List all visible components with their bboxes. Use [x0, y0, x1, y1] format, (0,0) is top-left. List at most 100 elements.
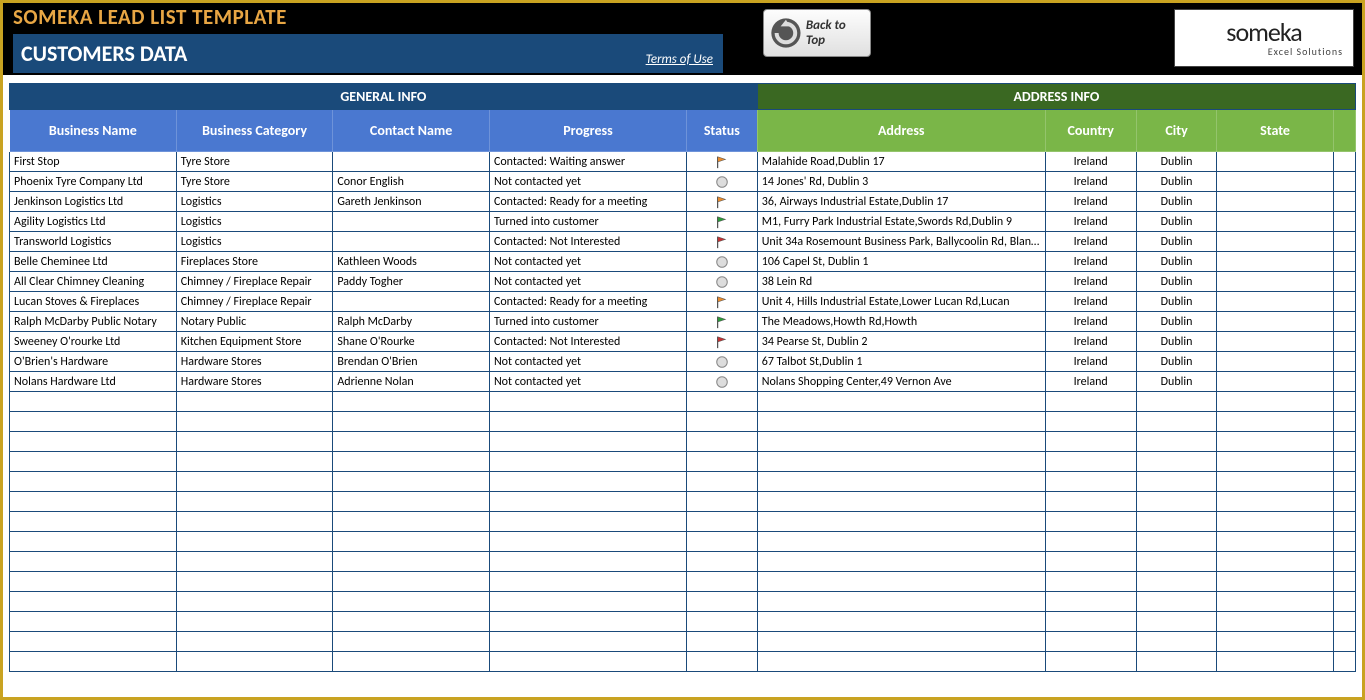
- empty-cell[interactable]: [10, 432, 177, 452]
- empty-cell[interactable]: [1045, 592, 1136, 612]
- table-row-empty[interactable]: [10, 432, 1356, 452]
- cell-country[interactable]: Ireland: [1045, 332, 1136, 352]
- empty-cell[interactable]: [176, 412, 333, 432]
- cell-status[interactable]: [686, 372, 757, 392]
- cell-progress[interactable]: Contacted: Waiting answer: [489, 152, 686, 172]
- cell-category[interactable]: Logistics: [176, 212, 333, 232]
- empty-cell[interactable]: [489, 532, 686, 552]
- empty-cell[interactable]: [176, 652, 333, 672]
- cell-city[interactable]: Dublin: [1136, 312, 1217, 332]
- empty-cell[interactable]: [1136, 472, 1217, 492]
- cell-address[interactable]: 36, Airways Industrial Estate,Dublin 17: [757, 192, 1045, 212]
- terms-link[interactable]: Terms of Use: [646, 52, 713, 67]
- empty-cell[interactable]: [1045, 572, 1136, 592]
- table-row-empty[interactable]: [10, 492, 1356, 512]
- cell-business-name[interactable]: Ralph McDarby Public Notary: [10, 312, 177, 332]
- cell-business-name[interactable]: Phoenix Tyre Company Ltd: [10, 172, 177, 192]
- cell-status[interactable]: [686, 252, 757, 272]
- cell-extra[interactable]: [1333, 272, 1355, 292]
- col-contact-name[interactable]: Contact Name: [333, 110, 490, 152]
- empty-cell[interactable]: [489, 512, 686, 532]
- cell-status[interactable]: [686, 272, 757, 292]
- empty-cell[interactable]: [489, 392, 686, 412]
- empty-cell[interactable]: [10, 652, 177, 672]
- cell-address[interactable]: 106 Capel St, Dublin 1: [757, 252, 1045, 272]
- cell-address[interactable]: 14 Jones' Rd, Dublin 3: [757, 172, 1045, 192]
- table-row[interactable]: O'Brien's HardwareHardware StoresBrendan…: [10, 352, 1356, 372]
- table-row-empty[interactable]: [10, 412, 1356, 432]
- cell-contact[interactable]: [333, 152, 490, 172]
- cell-business-name[interactable]: Jenkinson Logistics Ltd: [10, 192, 177, 212]
- empty-cell[interactable]: [333, 512, 490, 532]
- col-address[interactable]: Address: [757, 110, 1045, 152]
- empty-cell[interactable]: [176, 392, 333, 412]
- cell-category[interactable]: Hardware Stores: [176, 352, 333, 372]
- empty-cell[interactable]: [10, 612, 177, 632]
- table-row-empty[interactable]: [10, 512, 1356, 532]
- empty-cell[interactable]: [1045, 632, 1136, 652]
- empty-cell[interactable]: [1136, 492, 1217, 512]
- cell-contact[interactable]: [333, 212, 490, 232]
- empty-cell[interactable]: [1045, 652, 1136, 672]
- empty-cell[interactable]: [1136, 432, 1217, 452]
- empty-cell[interactable]: [686, 452, 757, 472]
- cell-state[interactable]: [1217, 372, 1333, 392]
- empty-cell[interactable]: [10, 472, 177, 492]
- cell-extra[interactable]: [1333, 312, 1355, 332]
- cell-progress[interactable]: Not contacted yet: [489, 352, 686, 372]
- cell-contact[interactable]: [333, 292, 490, 312]
- cell-address[interactable]: Malahide Road,Dublin 17: [757, 152, 1045, 172]
- empty-cell[interactable]: [333, 452, 490, 472]
- empty-cell[interactable]: [176, 472, 333, 492]
- empty-cell[interactable]: [1217, 652, 1333, 672]
- cell-state[interactable]: [1217, 312, 1333, 332]
- empty-cell[interactable]: [1333, 552, 1355, 572]
- brand-logo[interactable]: someka Excel Solutions: [1174, 9, 1354, 67]
- empty-cell[interactable]: [757, 612, 1045, 632]
- cell-city[interactable]: Dublin: [1136, 172, 1217, 192]
- cell-state[interactable]: [1217, 172, 1333, 192]
- col-status[interactable]: Status: [686, 110, 757, 152]
- empty-cell[interactable]: [333, 592, 490, 612]
- cell-contact[interactable]: Ralph McDarby: [333, 312, 490, 332]
- cell-status[interactable]: [686, 192, 757, 212]
- table-row[interactable]: Lucan Stoves & FireplacesChimney / Firep…: [10, 292, 1356, 312]
- cell-progress[interactable]: Not contacted yet: [489, 372, 686, 392]
- cell-business-name[interactable]: Lucan Stoves & Fireplaces: [10, 292, 177, 312]
- empty-cell[interactable]: [1045, 612, 1136, 632]
- cell-contact[interactable]: [333, 232, 490, 252]
- cell-state[interactable]: [1217, 252, 1333, 272]
- table-row-empty[interactable]: [10, 572, 1356, 592]
- cell-country[interactable]: Ireland: [1045, 352, 1136, 372]
- cell-business-name[interactable]: Nolans Hardware Ltd: [10, 372, 177, 392]
- empty-cell[interactable]: [1136, 412, 1217, 432]
- table-row-empty[interactable]: [10, 552, 1356, 572]
- empty-cell[interactable]: [176, 592, 333, 612]
- table-row[interactable]: Agility Logistics LtdLogisticsTurned int…: [10, 212, 1356, 232]
- cell-city[interactable]: Dublin: [1136, 372, 1217, 392]
- table-row-empty[interactable]: [10, 592, 1356, 612]
- empty-cell[interactable]: [686, 392, 757, 412]
- empty-cell[interactable]: [686, 512, 757, 532]
- empty-cell[interactable]: [686, 592, 757, 612]
- empty-cell[interactable]: [1333, 492, 1355, 512]
- cell-category[interactable]: Kitchen Equipment Store: [176, 332, 333, 352]
- cell-state[interactable]: [1217, 272, 1333, 292]
- empty-cell[interactable]: [176, 572, 333, 592]
- cell-category[interactable]: Notary Public: [176, 312, 333, 332]
- empty-cell[interactable]: [757, 412, 1045, 432]
- cell-country[interactable]: Ireland: [1045, 292, 1136, 312]
- empty-cell[interactable]: [1333, 592, 1355, 612]
- empty-cell[interactable]: [333, 492, 490, 512]
- cell-country[interactable]: Ireland: [1045, 152, 1136, 172]
- table-row[interactable]: Belle Cheminee LtdFireplaces StoreKathle…: [10, 252, 1356, 272]
- cell-state[interactable]: [1217, 152, 1333, 172]
- empty-cell[interactable]: [1217, 592, 1333, 612]
- empty-cell[interactable]: [10, 492, 177, 512]
- cell-city[interactable]: Dublin: [1136, 212, 1217, 232]
- cell-progress[interactable]: Turned into customer: [489, 212, 686, 232]
- cell-extra[interactable]: [1333, 372, 1355, 392]
- cell-status[interactable]: [686, 312, 757, 332]
- cell-city[interactable]: Dublin: [1136, 292, 1217, 312]
- cell-extra[interactable]: [1333, 152, 1355, 172]
